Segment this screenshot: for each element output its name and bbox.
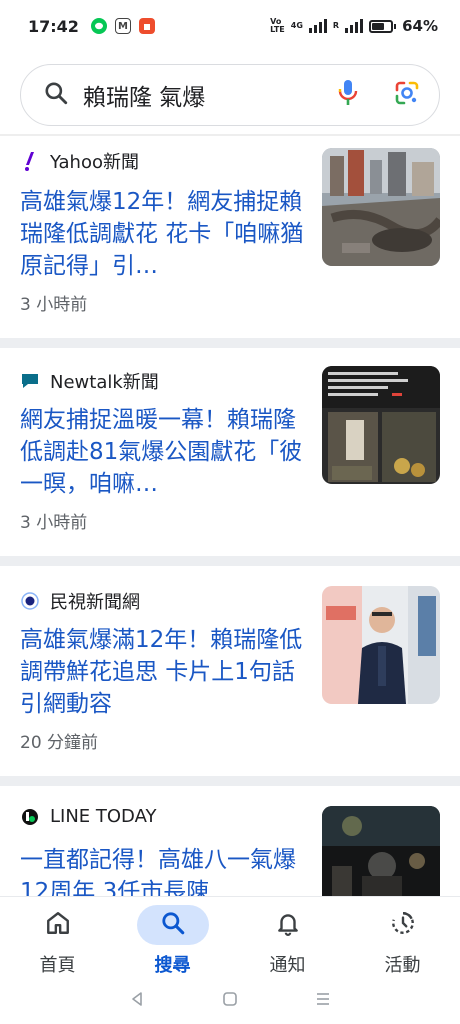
source-row: Newtalk新聞 xyxy=(20,368,159,394)
headline-link[interactable]: 高雄氣爆滿12年！賴瑞隆低調帶鮮花追思 卡片上1句話引網動容 xyxy=(20,624,304,720)
news-feed[interactable]: Yahoo新聞 高雄氣爆12年！網友捕捉賴瑞隆低調獻花 花卡「咱嘛猶原記得」引…… xyxy=(0,136,460,896)
microphone-icon[interactable] xyxy=(337,78,359,112)
signal-strength-icon xyxy=(308,19,327,33)
yahoo-logo-icon xyxy=(20,151,40,171)
nav-activity[interactable]: 活動 xyxy=(345,897,460,978)
publish-time: 20 分鐘前 xyxy=(20,733,99,753)
source-row: Yahoo新聞 xyxy=(20,148,139,174)
system-navigation-bar xyxy=(0,978,460,1024)
ftv-logo-icon xyxy=(20,591,40,611)
nav-home-label: 首頁 xyxy=(39,955,76,976)
search-bar[interactable]: 賴瑞隆 氣爆 xyxy=(20,64,440,126)
card-separator xyxy=(0,556,460,566)
battery-icon xyxy=(369,19,397,33)
source-row: LINE TODAY xyxy=(20,806,157,827)
news-thumbnail[interactable] xyxy=(322,366,440,484)
nav-notifications-label: 通知 xyxy=(269,955,306,976)
line-today-logo-icon xyxy=(20,807,40,827)
source-name: Newtalk新聞 xyxy=(50,372,159,393)
nav-home-icon-wrap xyxy=(22,905,94,945)
bottom-navigation: 首頁 搜尋 通知 活動 xyxy=(0,896,460,978)
status-right: Vo LTE 4G R 64% xyxy=(270,17,438,35)
nav-search-label: 搜尋 xyxy=(154,955,191,976)
shopping-app-icon xyxy=(138,18,155,34)
news-thumbnail[interactable] xyxy=(322,586,440,704)
news-card[interactable]: 民視新聞網 高雄氣爆滿12年！賴瑞隆低調帶鮮花追思 卡片上1句話引網動容 20 … xyxy=(0,566,460,776)
nav-home[interactable]: 首頁 xyxy=(0,897,115,978)
news-card[interactable]: LINE TODAY 一直都記得！高雄八一氣爆12周年 3任市長陳… xyxy=(0,786,460,896)
search-icon xyxy=(43,80,69,110)
nav-search-icon-wrap xyxy=(136,905,209,945)
source-row: 民視新聞網 xyxy=(20,588,140,614)
status-left: 17:42 M xyxy=(28,17,155,36)
network-type-label: 4G xyxy=(290,21,303,30)
news-card[interactable]: Yahoo新聞 高雄氣爆12年！網友捕捉賴瑞隆低調獻花 花卡「咱嘛猶原記得」引…… xyxy=(0,136,460,338)
google-lens-icon[interactable] xyxy=(393,79,421,111)
search-input[interactable]: 賴瑞隆 氣爆 xyxy=(83,78,337,112)
publish-time: 3 小時前 xyxy=(20,513,88,533)
volte-label: Vo LTE xyxy=(270,17,285,34)
card-separator xyxy=(0,776,460,786)
history-icon xyxy=(390,910,416,940)
battery-percent: 64% xyxy=(402,17,438,35)
nav-notifications[interactable]: 通知 xyxy=(230,897,345,978)
line-app-icon xyxy=(90,18,107,34)
nav-activity-label: 活動 xyxy=(384,955,421,976)
nav-notifications-icon-wrap xyxy=(252,905,324,945)
newtalk-logo-icon xyxy=(20,371,40,391)
search-icon xyxy=(160,910,186,940)
status-bar: 17:42 M Vo LTE 4G R 64% xyxy=(0,0,460,52)
roaming-label: R xyxy=(332,21,340,30)
source-name: LINE TODAY xyxy=(50,806,157,827)
source-name: 民視新聞網 xyxy=(50,592,140,613)
headline-link[interactable]: 一直都記得！高雄八一氣爆12周年 3任市長陳… xyxy=(20,844,304,896)
nav-activity-icon-wrap xyxy=(367,905,439,945)
headline-link[interactable]: 高雄氣爆12年！網友捕捉賴瑞隆低調獻花 花卡「咱嘛猶原記得」引… xyxy=(20,186,304,282)
nav-search[interactable]: 搜尋 xyxy=(115,897,230,978)
headline-link[interactable]: 網友捕捉溫暖一幕！賴瑞隆低調赴81氣爆公園獻花「彼一暝，咱嘛… xyxy=(20,404,304,500)
home-icon xyxy=(45,910,71,940)
publish-time: 3 小時前 xyxy=(20,295,88,315)
news-thumbnail[interactable] xyxy=(322,806,440,896)
back-icon[interactable] xyxy=(128,990,146,1012)
gmail-icon: M xyxy=(114,18,131,34)
source-name: Yahoo新聞 xyxy=(50,152,139,173)
news-thumbnail[interactable] xyxy=(322,148,440,266)
home-button-icon[interactable] xyxy=(221,990,239,1012)
bell-icon xyxy=(275,910,301,940)
recent-apps-icon[interactable] xyxy=(314,990,332,1012)
news-card[interactable]: Newtalk新聞 網友捕捉溫暖一幕！賴瑞隆低調赴81氣爆公園獻花「彼一暝，咱嘛… xyxy=(0,348,460,556)
card-separator xyxy=(0,338,460,348)
status-time: 17:42 xyxy=(28,16,79,36)
signal-strength-icon-2 xyxy=(345,19,364,33)
